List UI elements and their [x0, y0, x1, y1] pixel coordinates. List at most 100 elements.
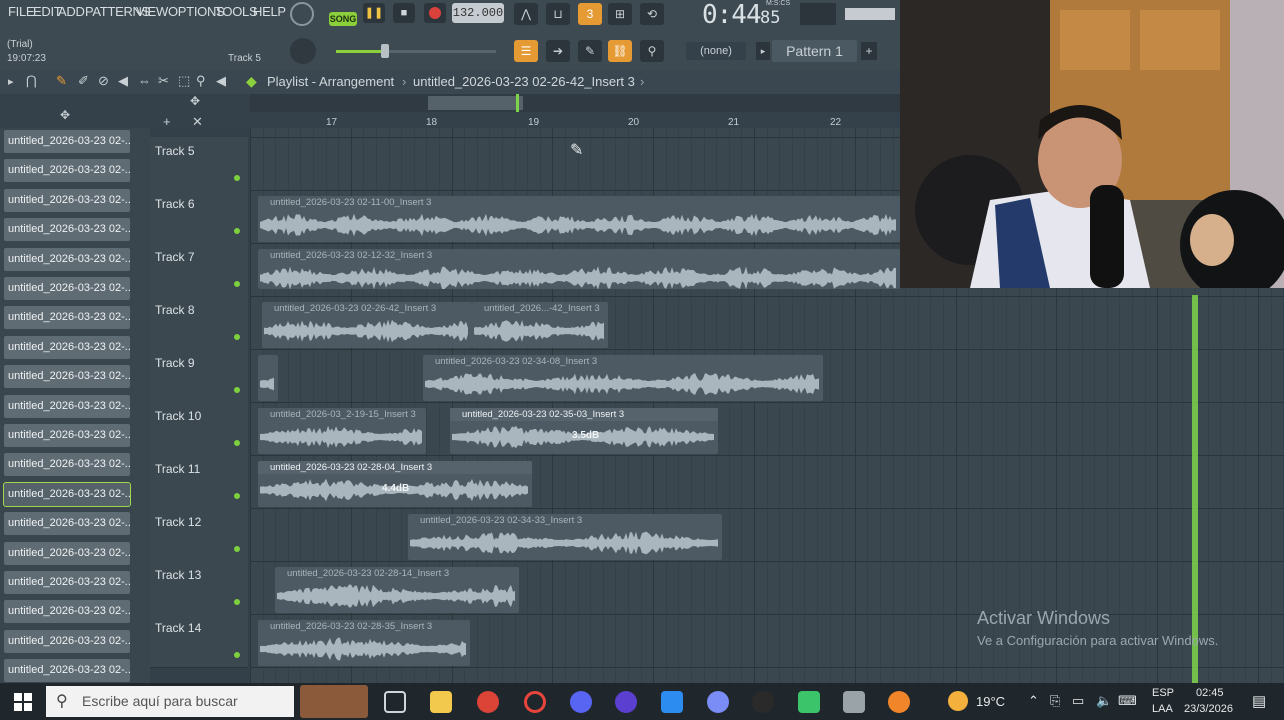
track-header[interactable]: Track 10 [150, 402, 248, 456]
game-app-icon[interactable] [752, 691, 774, 713]
scroll-arrows-icon[interactable]: ✥ [60, 108, 70, 122]
app-icon[interactable] [615, 691, 637, 713]
horizontal-zoom-icon[interactable]: ✥ [190, 94, 200, 108]
windows-start-icon[interactable] [14, 693, 32, 711]
tempo-display[interactable]: 132.000 [452, 3, 504, 23]
track-header[interactable]: Track 12 [150, 508, 248, 562]
record-button[interactable] [424, 3, 446, 23]
track-header[interactable]: Track 6 [150, 190, 248, 244]
browser-item[interactable]: untitled_2026-03-23 02-... [4, 629, 130, 653]
delete-tool-icon[interactable]: ⊘ [98, 73, 109, 89]
close-track-icon[interactable]: ✕ [192, 114, 203, 130]
track-mute-led[interactable] [234, 493, 240, 499]
track-header[interactable]: Track 9 [150, 349, 248, 403]
browser-item[interactable]: untitled_2026-03-23 02-... [4, 541, 130, 565]
track-header[interactable]: Track 7 [150, 243, 248, 297]
track-mute-led[interactable] [234, 175, 240, 181]
browser-item[interactable]: untitled_2026-03-23 02-... [4, 130, 130, 153]
audio-clip[interactable]: untitled_2026...-42_Insert 3 [472, 302, 608, 348]
menu-arrow-icon[interactable]: ▸ [8, 75, 14, 88]
language-layout[interactable]: LAA [1152, 703, 1173, 715]
audio-clip[interactable]: untitled_2026-03-23 02-28-04_Insert 3 4.4… [258, 461, 532, 507]
track-header[interactable]: Track 14 [150, 614, 248, 668]
audio-clip[interactable]: untitled_2026-03-23 02-34-08_Insert 3 [423, 355, 823, 401]
step-edit-icon[interactable]: ⊞ [608, 3, 632, 25]
browser-item[interactable]: untitled_2026-03-23 02-... [4, 218, 130, 242]
taskbar-search[interactable]: ⚲ Escribe aquí para buscar [46, 686, 294, 717]
track-mute-led[interactable] [234, 546, 240, 552]
task-view-icon[interactable] [384, 691, 406, 713]
browser-item[interactable]: untitled_2026-03-23 02-... [4, 512, 130, 536]
browser-item[interactable]: untitled_2026-03-23 02-... [4, 424, 130, 447]
settings-app-icon[interactable] [707, 691, 729, 713]
track-mute-led[interactable] [234, 599, 240, 605]
browser-item[interactable]: untitled_2026-03-23 02-... [4, 306, 130, 330]
browser-item[interactable]: untitled_2026-03-23 02-... [4, 277, 130, 300]
audio-clip[interactable]: untitled_2026-03-23 02-28-14_Insert 3 [275, 567, 519, 613]
overview-handle[interactable] [428, 96, 523, 110]
audio-clip[interactable]: untitled_2026-03-23 02-12-32_Insert 3 [258, 249, 900, 289]
track-mute-led[interactable] [234, 228, 240, 234]
browser-item[interactable]: untitled_2026-03-23 02-... [4, 188, 130, 212]
track-mute-led[interactable] [234, 281, 240, 287]
audio-clip[interactable]: untitled_2026-03-23 02-35-03_Insert 3 3.5… [450, 408, 718, 454]
language-code[interactable]: ESP [1152, 687, 1174, 699]
tray-network-icon[interactable]: ⎘ [1050, 693, 1060, 709]
audio-clip[interactable]: untitled_2026-03-23 02-34-33_Insert 3 [408, 514, 722, 560]
pattern-selector[interactable]: Pattern 1 [772, 40, 857, 62]
track-header[interactable]: Track 5 [150, 137, 248, 191]
tray-volume-icon[interactable]: 🔈 [1096, 693, 1112, 709]
master-pitch-slider[interactable] [336, 44, 496, 58]
zoom-tool-icon[interactable]: ⚲ [196, 73, 206, 89]
select-tool-icon[interactable]: ⬚ [178, 73, 190, 89]
menu-help[interactable]: HELP [253, 4, 286, 19]
wait-input-icon[interactable]: ⊔ [546, 3, 570, 25]
browser-item[interactable]: untitled_2026-03-23 02-... [4, 247, 130, 271]
browser-item[interactable]: untitled_2026-03-23 02-... [4, 159, 130, 183]
slice-tool-icon[interactable]: ✂ [158, 73, 169, 89]
tray-keyboard-icon[interactable]: ⌨ [1118, 693, 1137, 709]
browser-item[interactable]: untitled_2026-03-23 02-... [4, 571, 130, 594]
audio-clip[interactable]: untitled_2026-03-23 02-26-42_Insert 3 [262, 302, 472, 348]
slider-handle[interactable] [381, 44, 389, 58]
add-track-icon[interactable]: + [163, 114, 171, 129]
arrow-icon[interactable]: ➔ [546, 40, 570, 62]
opera-icon[interactable] [524, 691, 546, 713]
pause-icon[interactable]: ❚❚ [363, 3, 385, 23]
link-icon[interactable]: ⛓ [608, 40, 632, 62]
audio-clip[interactable]: untitled_2026-03_2-19-15_Insert 3 [258, 408, 426, 454]
fl-studio-icon[interactable] [888, 691, 910, 713]
metronome-icon[interactable]: ⋀ [514, 3, 538, 25]
track-header[interactable]: Track 8 [150, 296, 248, 350]
app-window-icon[interactable] [843, 691, 865, 713]
menu-add[interactable]: ADD [58, 4, 85, 19]
menu-tools[interactable]: TOOLS [215, 4, 258, 19]
song-mode-button[interactable]: SONG [329, 12, 357, 26]
play-pattern-icon[interactable]: ▸ [756, 42, 770, 60]
browser-item[interactable]: untitled_2026-03-23 02-... [4, 453, 130, 477]
track-mute-led[interactable] [234, 652, 240, 658]
audio-clip[interactable]: untitled_2026-03-23 02-28-35_Insert 3 [258, 620, 470, 666]
menu-view[interactable]: VIEW [136, 4, 168, 19]
shield-icon[interactable] [661, 691, 683, 713]
android-app-icon[interactable] [798, 691, 820, 713]
pattern-song-knob[interactable] [290, 2, 314, 26]
stop-icon[interactable]: ■ [393, 3, 415, 23]
clock-date[interactable]: 23/3/2026 [1184, 703, 1233, 715]
paint-tool-icon[interactable]: ✐ [78, 73, 89, 89]
track-header[interactable]: Track 11 [150, 455, 248, 509]
track-mute-led[interactable] [234, 387, 240, 393]
browser-item[interactable]: untitled_2026-03-23 02-... [4, 394, 130, 418]
track-mute-led[interactable] [234, 440, 240, 446]
track-mute-led[interactable] [234, 334, 240, 340]
browser-item[interactable]: untitled_2026-03-23 02-... [4, 659, 130, 683]
playback-tool-icon[interactable]: ◀ [216, 73, 226, 89]
browser-item[interactable]: untitled_2026-03-23 02-... [4, 335, 130, 359]
audio-clip[interactable] [258, 355, 278, 401]
snap-selector[interactable]: (none) [686, 42, 746, 60]
add-pattern-icon[interactable]: + [861, 42, 877, 60]
browser-item[interactable]: untitled_2026-03-23 02-... [4, 600, 130, 624]
magnet-icon[interactable]: ⋂ [26, 73, 37, 89]
countdown-icon[interactable]: 3 [578, 3, 602, 25]
notifications-icon[interactable]: ▤ [1252, 692, 1266, 710]
